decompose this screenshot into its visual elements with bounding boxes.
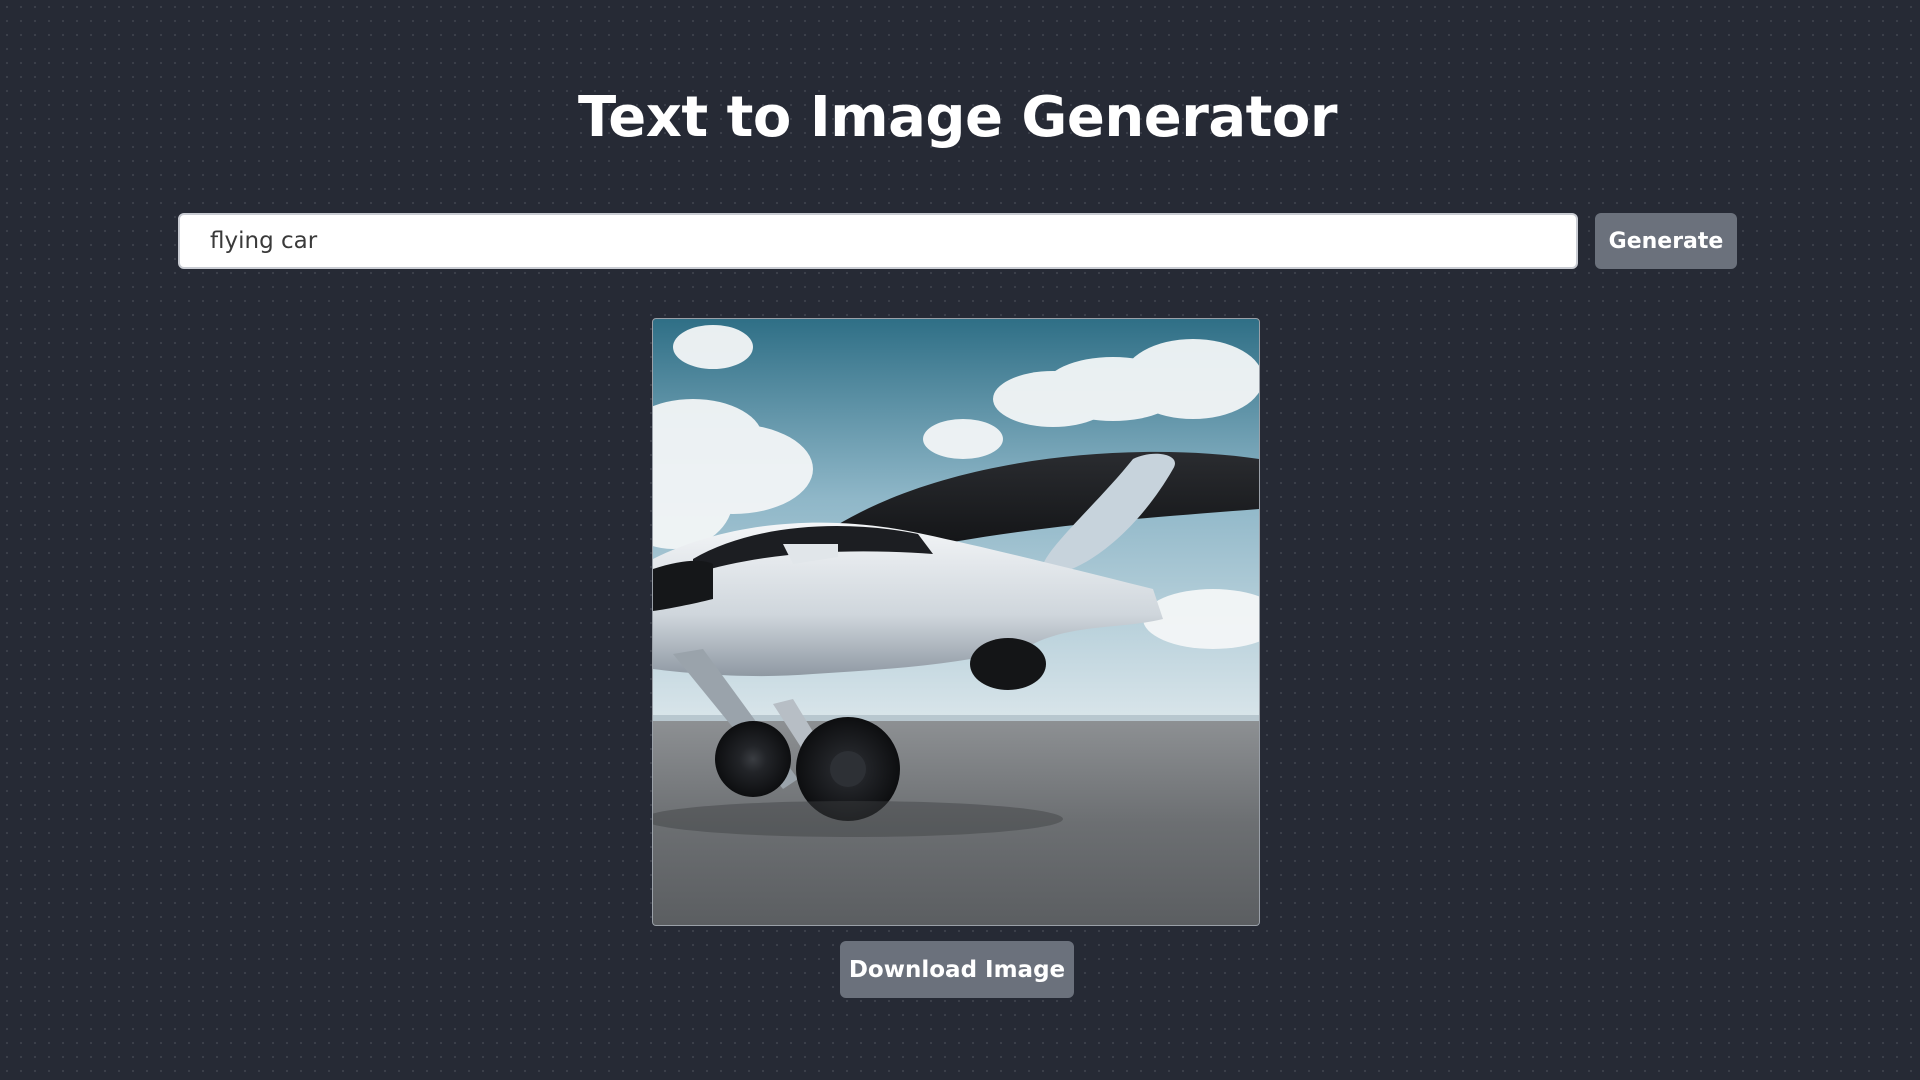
download-image-button[interactable]: Download Image [840, 941, 1074, 998]
page-title: Text to Image Generator [578, 85, 1337, 150]
generated-image [652, 318, 1260, 926]
generate-button[interactable]: Generate [1595, 213, 1737, 269]
generated-image-artwork [653, 319, 1259, 925]
prompt-input[interactable] [178, 213, 1578, 269]
